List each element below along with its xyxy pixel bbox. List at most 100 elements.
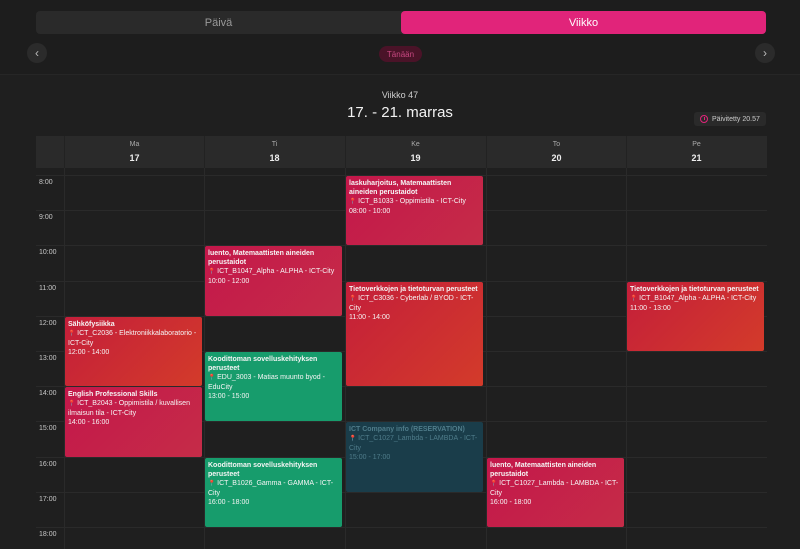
event-title: Sähköfysiikka — [68, 320, 115, 328]
location-pin-icon: 📍 — [208, 480, 218, 487]
time-label: 16:00 — [39, 460, 57, 468]
day-number: 19 — [410, 153, 421, 163]
event-title: luento, Matemaattisten aineiden perustai… — [490, 461, 597, 478]
day-number: 20 — [551, 153, 562, 163]
prev-week-button[interactable]: ‹ — [27, 43, 47, 63]
calendar-event[interactable]: English Professional Skills 📍 ICT_B2043 -… — [65, 387, 202, 457]
tab-day[interactable]: Päivä — [36, 11, 401, 34]
event-location-text: ICT_B1033 - Oppimistila - ICT-City — [358, 198, 466, 205]
time-label: 18:00 — [39, 531, 57, 538]
calendar-event[interactable]: luento, Matemaattisten aineiden perustai… — [205, 246, 342, 316]
event-location: 📍 ICT_C2036 - Elektroniikkalaboratorio -… — [68, 329, 199, 348]
chevron-right-icon: › — [763, 46, 767, 60]
location-pin-icon: 📍 — [68, 330, 78, 337]
calendar-event[interactable]: Koodittoman sovelluskehityksen perusteet… — [205, 352, 342, 422]
location-pin-icon: 📍 — [68, 401, 78, 408]
event-time: 12:00 - 14:00 — [68, 348, 110, 356]
event-location: 📍 ICT_B1033 - Oppimistila - ICT-City — [349, 197, 480, 207]
event-location: 📍 ICT_B2043 - Oppimistila / kuvallisen i… — [68, 399, 199, 418]
hour-gridline — [36, 245, 767, 247]
event-location-text: ICT_B1047_Alpha - ALPHA - ICT-City — [217, 268, 335, 276]
event-location: 📍 ICT_C1027_Lambda - LAMBDA - ICT-City — [490, 479, 621, 498]
calendar-event[interactable]: ICT Company info (RESERVATION) 📍 ICT_C102… — [346, 422, 483, 492]
event-location-text: ICT_C3036 - Cyberlab / BYOD - ICT-City — [349, 294, 474, 312]
event-location-text: ICT_B2043 - Oppimistila / kuvallisen ilm… — [68, 400, 190, 418]
calendar-event[interactable]: Tietoverkkojen ja tietoturvan perusteet 📍… — [346, 281, 483, 387]
event-title: Koodittoman sovelluskehityksen perusteet — [208, 356, 318, 372]
time-label: 12:00 — [39, 319, 57, 327]
calendar-event[interactable]: laskuharjoitus, Matemaattisten aineiden … — [346, 176, 483, 246]
day-number: 18 — [269, 153, 280, 163]
calendar-event[interactable]: luento, Matemaattisten aineiden perustai… — [487, 457, 624, 527]
week-label: Viikko 47 — [381, 90, 419, 100]
time-label: 15:00 — [39, 425, 57, 433]
event-time: 14:00 - 16:00 — [68, 419, 110, 427]
event-location: 📍 ICT_C3036 - Cyberlab / BYOD - ICT-City — [349, 294, 480, 313]
event-time: 16:00 - 18:00 — [208, 498, 250, 506]
week-grid: 8:00 9:00 10:00 11:00 12:00 13:00 14:00 15:00 16… — [36, 168, 767, 549]
calendar-event[interactable]: Koodittoman sovelluskehityksen perusteet… — [205, 457, 342, 527]
time-label: 17:00 — [39, 495, 57, 503]
clock-icon — [700, 115, 708, 123]
day-number: 17 — [129, 153, 140, 163]
day-header-tue: Ti 18 — [204, 136, 344, 168]
day-header-thu: To 20 — [486, 136, 626, 168]
day-number: 21 — [691, 153, 702, 163]
event-location: 📍 ICT_C1027_Lambda - LAMBDA - ICT-City — [349, 434, 480, 453]
calendar-event[interactable]: Tietoverkkojen ja tietoturvan perusteet 📍… — [627, 281, 764, 351]
event-title: Koodittoman sovelluskehityksen perusteet — [208, 461, 318, 478]
location-pin-icon: 📍 — [349, 436, 359, 443]
event-title: luento, Matemaattisten aineiden perustai… — [208, 250, 315, 267]
day-header-mon: Ma 17 — [64, 136, 204, 168]
tab-week[interactable]: Viikko — [401, 11, 766, 34]
event-location-text: ICT_C2036 - Elektroniikkalaboratorio - I… — [68, 329, 197, 347]
location-pin-icon: 📍 — [490, 480, 500, 487]
event-time: 13:00 - 15:00 — [208, 393, 250, 400]
next-week-button[interactable]: › — [755, 43, 775, 63]
day-name: Ti — [271, 141, 278, 148]
time-label: 8:00 — [39, 179, 53, 186]
event-location-text: EDU_3003 - Matias muunto byod - EduCity — [208, 374, 325, 391]
time-label: 13:00 — [39, 355, 57, 362]
event-time: 16:00 - 18:00 — [490, 498, 532, 506]
day-column-divider — [626, 168, 627, 549]
hour-gridline — [36, 491, 767, 493]
location-pin-icon: 📍 — [349, 199, 359, 205]
event-time: 11:00 - 13:00 — [630, 304, 671, 312]
location-pin-icon: 📍 — [208, 269, 218, 276]
day-name: Ma — [129, 141, 140, 148]
event-time: 15:00 - 17:00 — [349, 454, 391, 462]
updated-badge: Päivitetty 20.57 — [694, 112, 766, 126]
event-time: 11:00 - 14:00 — [349, 313, 390, 321]
event-title: Tietoverkkojen ja tietoturvan perusteet — [349, 285, 478, 293]
time-label: 11:00 — [39, 284, 56, 292]
time-label: 9:00 — [39, 214, 53, 222]
event-location-text: ICT_B1026_Gamma - GAMMA - ICT-City — [208, 479, 334, 497]
location-pin-icon: 📍 — [349, 295, 359, 302]
calendar-event[interactable]: Sähköfysiikka 📍 ICT_C2036 - Elektroniikka… — [65, 316, 202, 387]
chevron-left-icon: ‹ — [35, 46, 39, 60]
updated-label: Päivitetty 20.57 — [712, 115, 760, 123]
view-tabs: Päivä Viikko — [36, 11, 766, 34]
location-pin-icon: 📍 — [208, 375, 218, 381]
event-location: 📍 ICT_B1026_Gamma - GAMMA - ICT-City — [208, 479, 339, 498]
event-location-text: ICT_C1027_Lambda - LAMBDA - ICT-City — [349, 435, 478, 453]
hour-gridline — [36, 527, 767, 528]
event-title: laskuharjoitus, Matemaattisten aineiden … — [349, 180, 452, 196]
day-name: Ke — [411, 141, 420, 148]
event-location-text: ICT_C1027_Lambda - LAMBDA - ICT-City — [490, 479, 619, 497]
time-label: 14:00 — [39, 390, 57, 398]
event-location: 📍 EDU_3003 - Matias muunto byod - EduCit… — [208, 373, 339, 392]
day-name: To — [552, 141, 561, 148]
location-pin-icon: 📍 — [630, 295, 640, 302]
event-location-text: ICT_B1047_Alpha - ALPHA - ICT-City — [639, 294, 757, 302]
event-location: 📍 ICT_B1047_Alpha - ALPHA - ICT-City — [630, 294, 761, 304]
event-title: English Professional Skills — [68, 391, 158, 399]
day-name: Pe — [692, 141, 701, 148]
date-range-title: 17. - 21. marras — [347, 104, 453, 121]
event-time: 08:00 - 10:00 — [349, 208, 391, 215]
today-button[interactable]: Tänään — [379, 46, 422, 62]
day-header-fri: Pe 21 — [626, 136, 766, 168]
event-title: Tietoverkkojen ja tietoturvan perusteet — [630, 285, 759, 293]
time-label: 10:00 — [39, 249, 57, 257]
